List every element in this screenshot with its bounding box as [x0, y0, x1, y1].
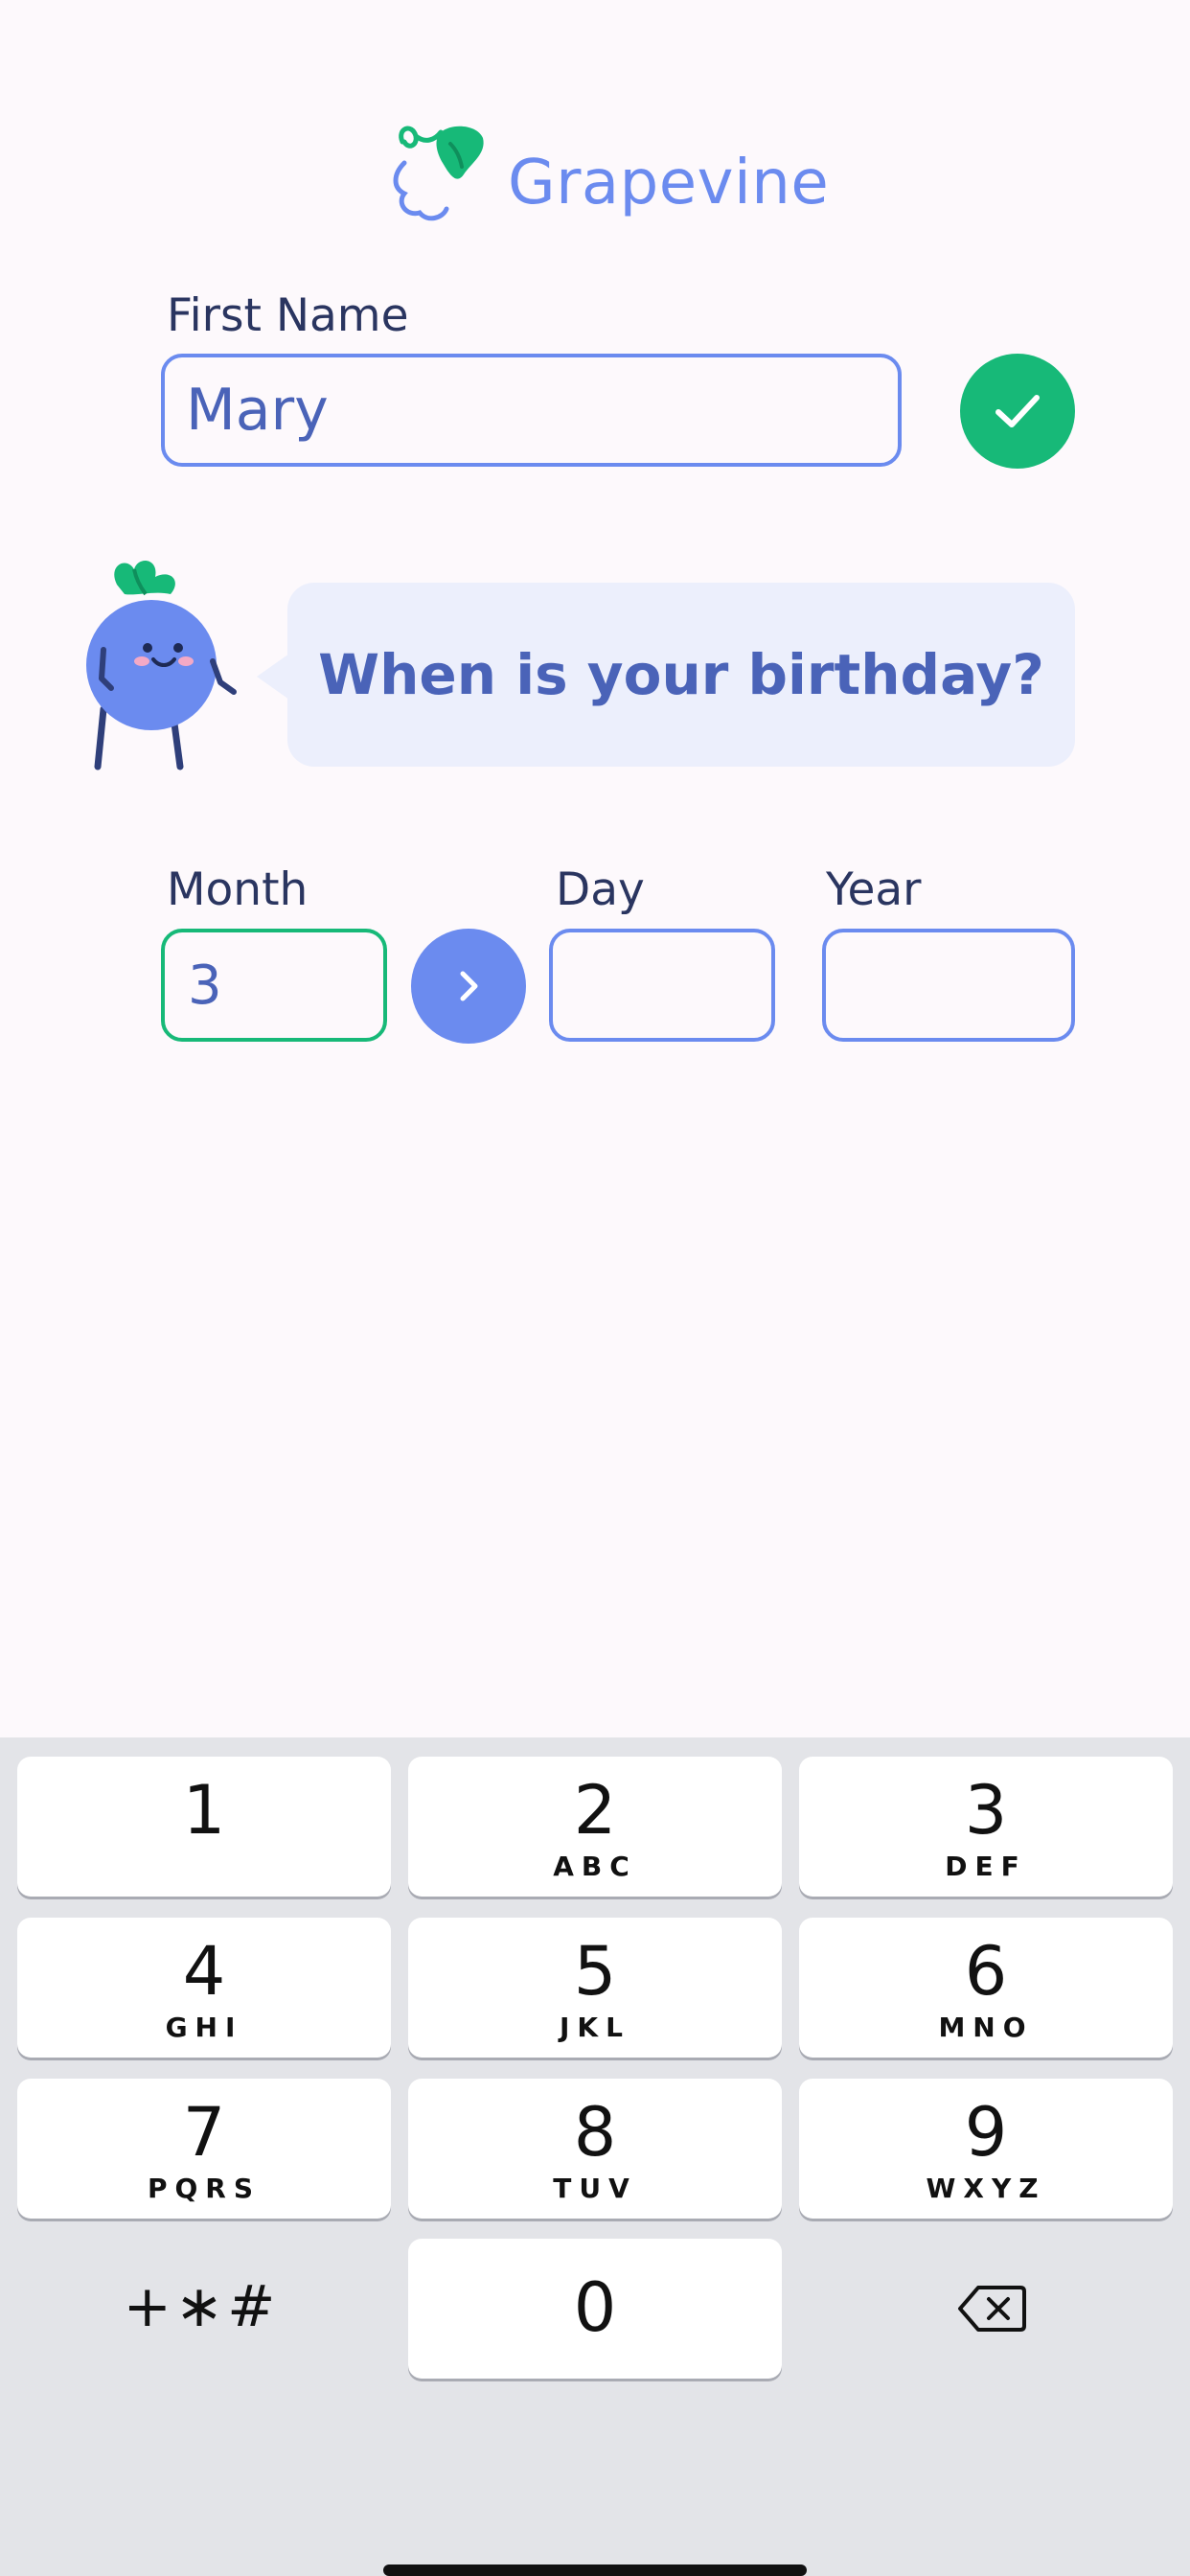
- month-input[interactable]: [161, 929, 387, 1042]
- year-input[interactable]: [822, 929, 1075, 1042]
- birthday-question: When is your birthday?: [318, 642, 1044, 707]
- key-digit: 1: [182, 1771, 226, 1850]
- numeric-keypad: 1 2 ABC 3 DEF 4 GHI 5 JKL 6 MNO 7 PQRS 8…: [0, 1737, 1190, 2576]
- confirm-name-button[interactable]: [960, 354, 1075, 469]
- delete-key[interactable]: [949, 2270, 1035, 2347]
- month-label: Month: [167, 863, 309, 916]
- first-name-input[interactable]: [161, 354, 902, 467]
- key-0[interactable]: 0: [408, 2239, 782, 2379]
- key-letters: TUV: [553, 2173, 637, 2204]
- key-digit: 5: [573, 1932, 617, 2011]
- chevron-right-icon: [460, 971, 478, 1001]
- key-4[interactable]: 4 GHI: [17, 1918, 391, 2058]
- key-letters: JKL: [560, 2012, 630, 2043]
- key-digit: 0: [573, 2268, 617, 2347]
- key-letters: DEF: [945, 1851, 1027, 1882]
- key-digit: 8: [573, 2093, 617, 2172]
- speech-bubble-tail: [257, 654, 289, 700]
- grape-leaf-icon: [393, 126, 484, 221]
- app-logo: Grapevine: [383, 115, 829, 230]
- key-6[interactable]: 6 MNO: [799, 1918, 1173, 2058]
- key-digit: 4: [182, 1932, 226, 2011]
- key-letters: ABC: [553, 1851, 637, 1882]
- next-field-button[interactable]: [411, 929, 526, 1044]
- day-input[interactable]: [549, 929, 775, 1042]
- key-letters: MNO: [938, 2012, 1034, 2043]
- backspace-icon: [958, 2286, 1026, 2332]
- day-label: Day: [556, 863, 645, 916]
- first-name-label: First Name: [167, 289, 409, 342]
- key-5[interactable]: 5 JKL: [408, 1918, 782, 2058]
- year-label: Year: [826, 863, 922, 916]
- key-digit: 3: [964, 1771, 1008, 1850]
- key-letters: PQRS: [147, 2173, 262, 2204]
- key-3[interactable]: 3 DEF: [799, 1757, 1173, 1897]
- key-1[interactable]: 1: [17, 1757, 391, 1897]
- check-icon: [995, 395, 1040, 427]
- blueberry-mascot: [79, 556, 251, 776]
- key-digit: 2: [573, 1771, 617, 1850]
- key-letters: GHI: [165, 2012, 243, 2043]
- key-digit: 7: [182, 2093, 226, 2172]
- symbols-key[interactable]: +∗#: [105, 2259, 297, 2355]
- app-name: Grapevine: [508, 148, 830, 218]
- key-7[interactable]: 7 PQRS: [17, 2079, 391, 2219]
- key-digit: 9: [964, 2093, 1008, 2172]
- key-9[interactable]: 9 WXYZ: [799, 2079, 1173, 2219]
- home-indicator[interactable]: [383, 2564, 807, 2576]
- key-digit: 6: [964, 1932, 1008, 2011]
- key-2[interactable]: 2 ABC: [408, 1757, 782, 1897]
- speech-bubble: When is your birthday?: [287, 583, 1075, 767]
- key-8[interactable]: 8 TUV: [408, 2079, 782, 2219]
- key-letters: WXYZ: [926, 2173, 1046, 2204]
